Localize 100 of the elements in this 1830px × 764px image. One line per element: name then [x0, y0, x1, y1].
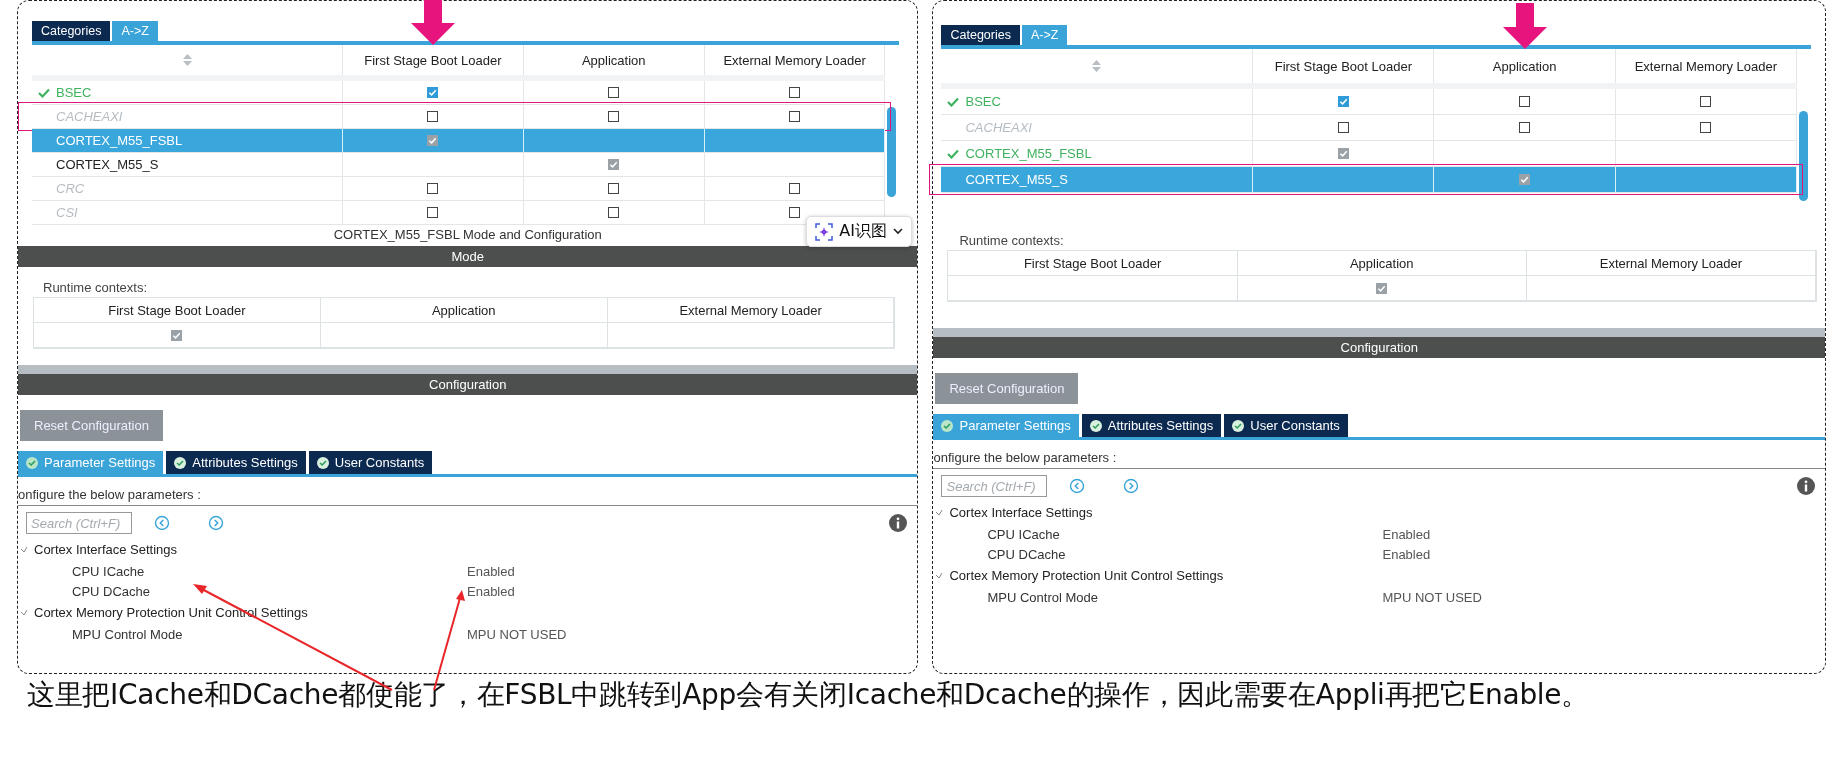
- column-header: First Stage Boot Loader: [364, 52, 502, 68]
- scrollbar[interactable]: [1799, 111, 1808, 201]
- check-circle-icon: [1232, 419, 1245, 432]
- settings-tab[interactable]: User Constants: [308, 451, 433, 474]
- check-circle-icon: [316, 456, 329, 469]
- expand-icon[interactable]: [935, 508, 944, 517]
- group-label: Cortex Interface Settings: [34, 542, 178, 557]
- check-circle-icon: [1089, 419, 1102, 432]
- checkbox[interactable]: [789, 207, 801, 218]
- checkbox[interactable]: [1519, 122, 1531, 133]
- previous-icon[interactable]: [1069, 478, 1086, 494]
- runtime-label: Runtime contexts:: [43, 280, 149, 295]
- mode-title: CORTEX_M55_FSBL Mode and Configuration: [333, 227, 602, 242]
- ai-recognize-button[interactable]: AI识图: [806, 216, 912, 247]
- peripheral-name: CORTEX_M55_FSBL: [965, 146, 1092, 161]
- checkbox[interactable]: [789, 183, 801, 194]
- check-icon: [947, 96, 960, 107]
- checkbox[interactable]: [427, 87, 439, 98]
- view-tab[interactable]: Categories: [941, 25, 1020, 45]
- group-label: Cortex Interface Settings: [949, 505, 1093, 520]
- parameter-name: MPU Control Mode: [987, 589, 1099, 605]
- column-header: External Memory Loader: [723, 52, 866, 68]
- checkbox[interactable]: [608, 87, 620, 98]
- settings-tab[interactable]: Parameter Settings: [933, 414, 1079, 437]
- checkbox[interactable]: [608, 207, 620, 218]
- expand-icon[interactable]: [20, 608, 28, 617]
- parameter-value: Enabled: [467, 563, 515, 579]
- peripheral-row[interactable]: CACHEAXI: [941, 115, 1797, 141]
- checkbox[interactable]: [1700, 122, 1712, 133]
- peripheral-row[interactable]: CORTEX_M55_FSBL: [941, 141, 1797, 167]
- column-header: External Memory Loader: [1599, 255, 1743, 271]
- settings-tab[interactable]: Parameter Settings: [18, 451, 164, 474]
- parameter-value: Enabled: [467, 583, 515, 599]
- peripheral-row[interactable]: BSEC: [941, 89, 1797, 115]
- check-icon: [38, 87, 50, 98]
- peripheral-row[interactable]: BSEC: [32, 81, 886, 105]
- checkbox[interactable]: [1337, 96, 1349, 107]
- check-icon: [947, 148, 960, 159]
- column-header: Application: [431, 302, 496, 318]
- section-header: Configuration: [18, 365, 918, 395]
- reset-button[interactable]: Reset Configuration: [20, 410, 163, 441]
- parameter-value: Enabled: [1382, 526, 1431, 542]
- column-header: Application: [1349, 255, 1414, 271]
- info-icon[interactable]: [1797, 477, 1815, 495]
- checkbox[interactable]: [1337, 122, 1349, 133]
- checkbox[interactable]: [789, 87, 801, 98]
- parameter-name: CPU ICache: [72, 563, 145, 579]
- parameter-name: CPU DCache: [72, 583, 151, 599]
- parameter-name: CPU ICache: [987, 526, 1060, 542]
- caption-text: 这里把ICache和DCache都使能了，在FSBL中跳转到App会有关闭Icache和Dcache的操作，因此需要在Appli再把它Enable。: [26, 677, 1590, 712]
- section-header: Mode: [18, 246, 918, 267]
- hint-text: onfigure the below parameters :: [933, 444, 1825, 469]
- checkbox[interactable]: [1700, 96, 1712, 107]
- reset-button[interactable]: Reset Configuration: [935, 373, 1079, 404]
- search-field[interactable]: Search (Ctrl+F): [941, 475, 1048, 497]
- peripheral-row[interactable]: CORTEX_M55_S: [32, 153, 886, 177]
- checkbox[interactable]: [608, 183, 620, 194]
- column-header: External Memory Loader: [1634, 58, 1778, 74]
- parameter-value: MPU NOT USED: [1382, 589, 1482, 605]
- checkbox[interactable]: [427, 183, 439, 194]
- next-icon[interactable]: [208, 515, 224, 531]
- view-tab[interactable]: A->Z: [1021, 25, 1068, 45]
- column-header: First Stage Boot Loader: [108, 302, 246, 318]
- peripheral-row[interactable]: CRC: [32, 177, 886, 201]
- peripheral-name: BSEC: [56, 85, 92, 100]
- previous-icon[interactable]: [154, 515, 170, 531]
- peripheral-name: CORTEX_M55_S: [965, 172, 1068, 187]
- settings-tab[interactable]: Attributes Settings: [166, 451, 306, 474]
- section-header: Configuration: [933, 328, 1825, 358]
- search-field[interactable]: Search (Ctrl+F): [26, 512, 132, 534]
- view-tab[interactable]: Categories: [32, 21, 111, 41]
- peripheral-name: CACHEAXI: [965, 120, 1032, 135]
- checkbox[interactable]: [789, 111, 801, 122]
- peripheral-name: CORTEX_M55_FSBL: [56, 133, 183, 148]
- view-tab[interactable]: A->Z: [112, 21, 158, 41]
- checkbox[interactable]: [427, 207, 439, 218]
- checkbox[interactable]: [1519, 96, 1531, 107]
- expand-icon[interactable]: [935, 571, 944, 580]
- expand-icon[interactable]: [20, 545, 28, 554]
- info-icon[interactable]: [889, 514, 908, 532]
- settings-tab[interactable]: User Constants: [1224, 414, 1348, 437]
- parameter-value: MPU NOT USED: [467, 626, 567, 642]
- column-header: Application: [581, 52, 646, 68]
- peripheral-row[interactable]: CORTEX_M55_FSBL: [32, 129, 886, 153]
- column-header: First Stage Boot Loader: [1023, 255, 1162, 271]
- check-circle-icon: [26, 456, 38, 469]
- scrollbar[interactable]: [887, 107, 897, 197]
- settings-tab[interactable]: Attributes Settings: [1081, 414, 1222, 437]
- peripheral-name: CORTEX_M55_S: [56, 157, 159, 172]
- checkbox[interactable]: [427, 111, 439, 122]
- checkbox[interactable]: [608, 111, 620, 122]
- check-circle-icon: [941, 419, 954, 432]
- next-icon[interactable]: [1123, 478, 1140, 494]
- check-circle-icon: [174, 456, 187, 469]
- parameter-name: MPU Control Mode: [72, 626, 183, 642]
- group-label: Cortex Memory Protection Unit Control Settings: [949, 568, 1224, 583]
- runtime-label: Runtime contexts:: [959, 233, 1065, 248]
- parameter-value: Enabled: [1382, 546, 1431, 562]
- parameter-name: CPU DCache: [987, 546, 1066, 562]
- column-header: First Stage Boot Loader: [1274, 58, 1412, 74]
